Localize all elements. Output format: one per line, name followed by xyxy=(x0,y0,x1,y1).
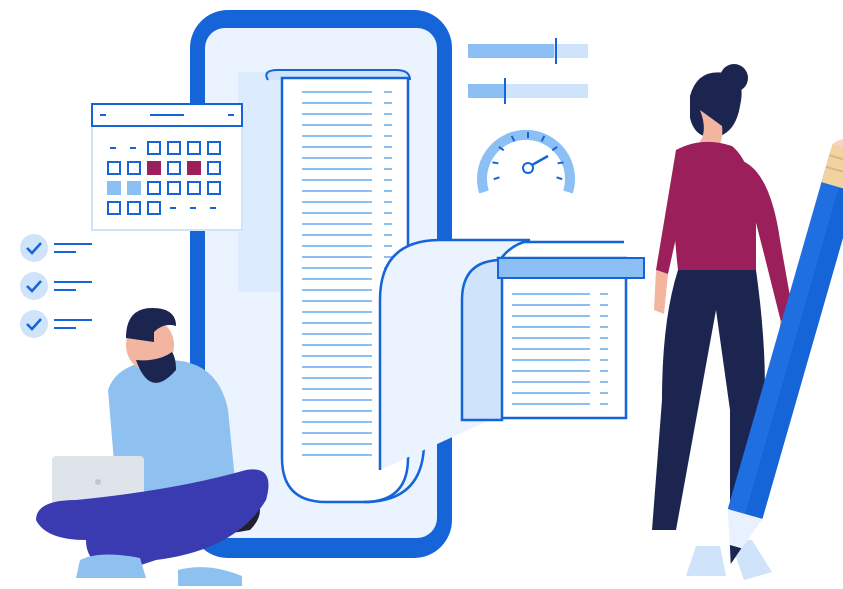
calendar-day xyxy=(107,181,121,195)
calendar-day xyxy=(167,161,181,175)
calendar-day xyxy=(127,201,141,215)
checklist-icon xyxy=(20,234,92,338)
check-circle-icon xyxy=(20,272,48,300)
gauge-tick xyxy=(492,161,499,165)
slider-bars-icon xyxy=(468,38,588,104)
receipt-scroll xyxy=(265,69,645,504)
calendar-day xyxy=(147,141,161,155)
gauge-tick xyxy=(557,161,564,165)
check-circle-icon xyxy=(20,234,48,262)
calendar-day xyxy=(167,141,181,155)
calendar-day xyxy=(107,161,121,175)
calendar-day xyxy=(147,181,161,195)
calendar-day xyxy=(207,161,221,175)
calendar-icon xyxy=(91,103,243,231)
gauge-tick xyxy=(493,176,500,181)
speedometer-icon xyxy=(477,129,575,194)
illustration-canvas xyxy=(20,10,843,586)
calendar-day xyxy=(127,161,141,175)
illustration-stage xyxy=(0,0,843,589)
check-circle-icon xyxy=(20,310,48,338)
calendar-day xyxy=(167,181,181,195)
gauge-tick xyxy=(556,176,563,181)
calendar-day xyxy=(127,181,141,195)
calendar-day xyxy=(147,161,161,175)
calendar-day xyxy=(187,141,201,155)
woman-with-pencil-illustration xyxy=(652,64,800,580)
calendar-day xyxy=(107,201,121,215)
calendar-day xyxy=(147,201,161,215)
calendar-day xyxy=(187,181,201,195)
calendar-day xyxy=(207,181,221,195)
calendar-day xyxy=(207,141,221,155)
receipt-second-page xyxy=(460,256,645,422)
calendar-day xyxy=(187,161,201,175)
